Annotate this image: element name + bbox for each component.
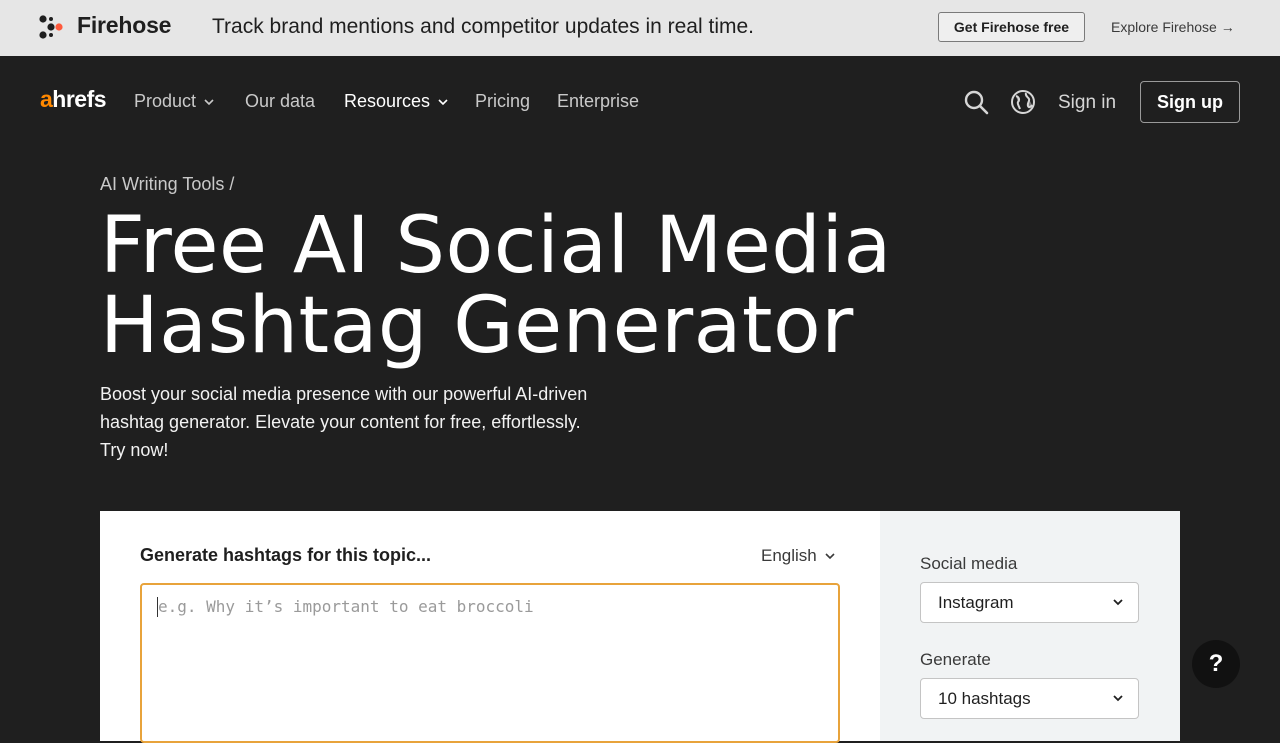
nav-product[interactable]: Product	[134, 91, 215, 112]
ahrefs-logo[interactable]: ahrefs	[40, 86, 107, 113]
nav-enterprise[interactable]: Enterprise	[557, 91, 639, 112]
page-title-line1: Free AI Social Media	[100, 201, 892, 291]
generate-label: Generate	[920, 650, 991, 669]
social-media-label: Social media	[920, 554, 1018, 573]
sign-up-button[interactable]: Sign up	[1140, 81, 1240, 123]
nav-pricing-label: Pricing	[475, 91, 531, 111]
page-title: Free AI Social Media Hashtag Generator	[100, 206, 892, 366]
banner-tagline: Track brand mentions and competitor upda…	[212, 15, 754, 38]
nav-our-data[interactable]: Our data	[245, 91, 315, 112]
breadcrumb[interactable]: AI Writing Tools /	[100, 174, 234, 195]
social-media-select[interactable]: Instagram	[920, 582, 1139, 623]
nav-our-data-label: Our data	[245, 91, 316, 111]
page-title-line2: Hashtag Generator	[100, 281, 854, 371]
language-value: English	[761, 546, 817, 565]
get-firehose-button[interactable]: Get Firehose free	[938, 12, 1085, 42]
help-button[interactable]: ?	[1192, 640, 1240, 688]
firehose-logo-icon	[39, 15, 63, 39]
text-caret	[157, 597, 158, 617]
topic-label: Generate hashtags for this topic...	[140, 545, 432, 565]
globe-icon[interactable]	[1009, 88, 1037, 116]
sign-in-link[interactable]: Sign in	[1058, 92, 1116, 114]
hashtag-count-select[interactable]: 10 hashtags	[920, 678, 1139, 719]
topic-input[interactable]	[140, 583, 840, 743]
nav-enterprise-label: Enterprise	[557, 91, 640, 111]
hashtag-count-value: 10 hashtags	[938, 688, 1031, 708]
nav-pricing[interactable]: Pricing	[475, 91, 530, 112]
explore-firehose-link[interactable]: Explore Firehose →	[1111, 19, 1235, 35]
social-media-value: Instagram	[938, 592, 1014, 612]
chevron-down-icon	[825, 553, 835, 560]
chevron-down-icon	[1113, 695, 1123, 702]
nav-resources-label: Resources	[344, 91, 431, 111]
page-subtitle: Boost your social media presence with ou…	[100, 384, 588, 460]
chevron-down-icon	[204, 98, 214, 105]
nav-product-label: Product	[134, 91, 197, 111]
chevron-down-icon	[438, 98, 448, 105]
language-select[interactable]: English	[761, 546, 836, 566]
chevron-down-icon	[1113, 599, 1123, 606]
firehose-brand[interactable]: Firehose	[77, 12, 171, 39]
search-icon[interactable]	[962, 88, 990, 116]
nav-resources[interactable]: Resources	[344, 91, 449, 112]
firehose-banner: Firehose Track brand mentions and compet…	[0, 0, 1280, 56]
